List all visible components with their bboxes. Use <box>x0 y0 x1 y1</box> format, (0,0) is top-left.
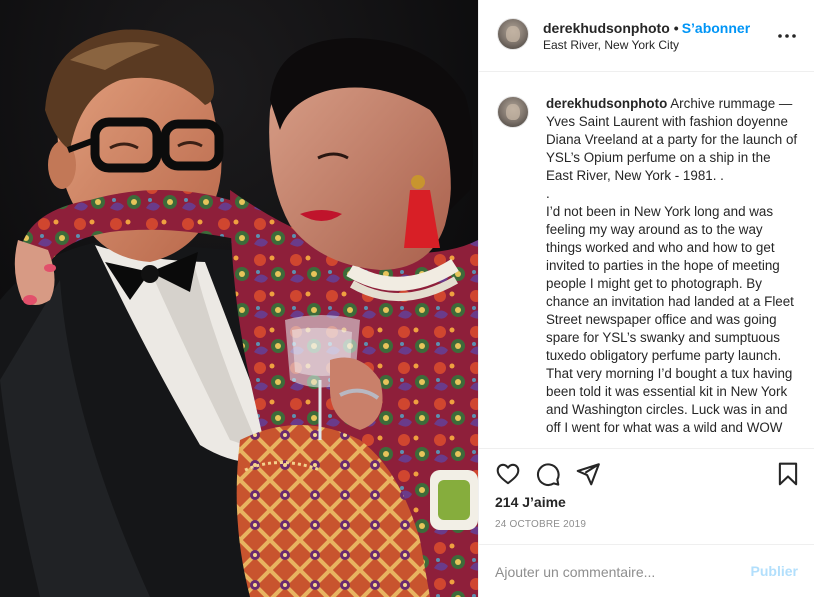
post-date[interactable]: 24 OCTOBRE 2019 <box>495 519 586 530</box>
photo-illustration <box>0 0 478 597</box>
post-header: derekhudsonphoto • S’abonner East River, N… <box>479 0 814 72</box>
caption-paragraph-2: I’d not been in New York long and was fe… <box>546 204 794 435</box>
comment-bar: Publier <box>479 544 814 597</box>
post-photo[interactable] <box>0 0 478 597</box>
caption-username[interactable]: derekhudsonphoto <box>546 96 667 111</box>
post-sidebar: derekhudsonphoto • S’abonner East River, N… <box>478 0 814 597</box>
like-count[interactable]: 214 J’aime <box>495 494 566 510</box>
comment-input[interactable] <box>495 562 735 582</box>
caption-separator: . <box>546 186 550 201</box>
heart-icon[interactable] <box>495 461 521 487</box>
author-avatar[interactable] <box>497 18 529 50</box>
header-user-line: derekhudsonphoto • S’abonner <box>543 20 750 36</box>
caption-avatar[interactable] <box>497 96 529 128</box>
caption-text: derekhudsonphoto Archive rummage — Yves … <box>546 95 800 437</box>
caption-area[interactable]: derekhudsonphoto Archive rummage — Yves … <box>479 72 814 448</box>
header-separator: • <box>673 20 679 36</box>
comment-icon[interactable] <box>535 461 561 487</box>
follow-button[interactable]: S’abonner <box>682 20 750 36</box>
post-location[interactable]: East River, New York City <box>543 38 679 52</box>
share-icon[interactable] <box>575 461 601 487</box>
more-options-icon[interactable] <box>775 24 799 48</box>
publish-button[interactable]: Publier <box>751 563 798 579</box>
author-username[interactable]: derekhudsonphoto <box>543 20 670 36</box>
bookmark-icon[interactable] <box>775 461 801 487</box>
post-actions: 214 J’aime 24 OCTOBRE 2019 <box>479 448 814 544</box>
